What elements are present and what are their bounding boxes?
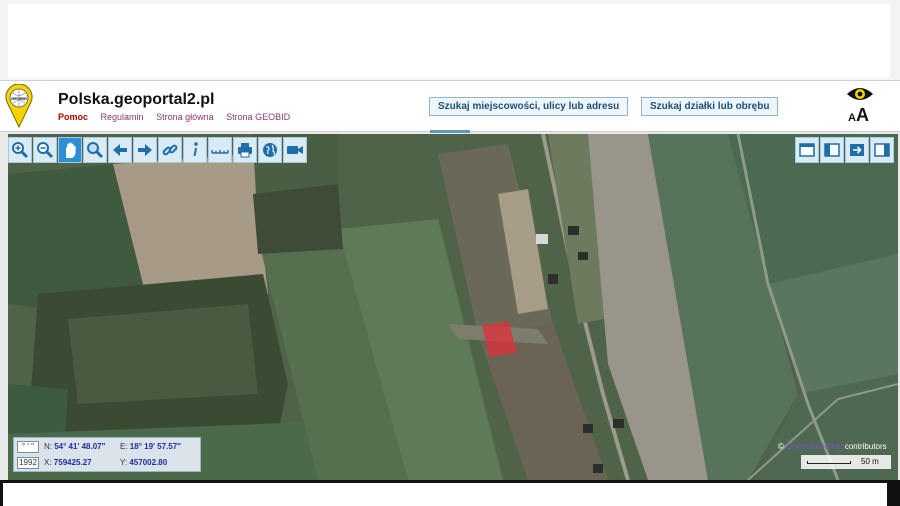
link-icon [162,144,178,156]
header-underline [430,130,470,133]
measure-button[interactable] [208,137,232,163]
terms-link[interactable]: Regulamin [101,112,144,122]
home-link[interactable]: Strona główna [156,112,214,122]
font-size-toggle[interactable]: AA [848,105,869,126]
osm-link[interactable]: OpenStreetMap [786,442,842,451]
scale-bar: 50 m [801,455,891,469]
measure-icon [211,150,229,154]
scale-line [807,461,851,464]
e-label: E: [120,442,128,451]
map-view[interactable]: ° ' " 1992 N: 54° 41' 48.07" E: 18° 19' … [8,134,898,480]
coordinates-panel: ° ' " 1992 N: 54° 41' 48.07" E: 18° 19' … [13,437,201,472]
window-left-icon [824,143,840,157]
search-place-button[interactable]: Szukaj miejscowości, ulicy lub adresu [429,97,629,116]
e-value: 18° 19' 57.57" [129,442,181,451]
globe-button[interactable] [258,137,282,163]
window-left-button[interactable] [820,137,844,163]
video-icon [287,146,303,154]
n-label: N: [44,442,52,451]
y-value: 457002.80 [129,458,168,467]
map-toolbar [8,137,307,163]
geobid-link[interactable]: Strona GEOBID [226,112,290,122]
longitude-readout: E: 18° 19' 57.57" [120,442,181,451]
eye-icon[interactable] [846,85,874,103]
print-icon [238,143,252,158]
zoom-in-button[interactable] [8,137,32,163]
y-readout: Y: 457002.80 [120,458,167,467]
satellite-imagery [8,134,898,480]
arrow-left-icon [113,144,127,156]
pan-hand-icon [66,142,76,158]
top-blank-panel [8,4,890,78]
x-label: X: [44,458,52,467]
top-blank-area [0,0,900,80]
site-title: Polska.geoportal2.pl [58,91,215,108]
crs-degrees-toggle[interactable]: ° ' " [17,441,39,453]
link-button[interactable] [158,137,182,163]
forward-button[interactable] [133,137,157,163]
contributors-label: contributors [844,442,887,451]
header-links: Pomoc Regulamin Strona główna Strona GEO… [58,112,300,122]
search-parcel-button[interactable]: Szukaj działki lub obrębu [641,97,779,116]
info-button[interactable] [183,137,207,163]
zoom-out-icon [37,142,54,159]
export-icon [850,144,864,156]
help-link[interactable]: Pomoc [58,112,88,122]
pan-button[interactable] [58,137,82,163]
copyright-symbol: © [778,442,784,451]
scale-label: 50 m [861,457,879,466]
latitude-readout: N: 54° 41' 48.07" [44,442,105,451]
back-button[interactable] [108,137,132,163]
site-header: GEOBID Polska.geoportal2.pl Pomoc Regula… [0,80,900,133]
geobid-logo-icon[interactable]: GEOBID [4,84,34,128]
font-big-label: A [855,105,869,125]
print-button[interactable] [233,137,257,163]
x-value: 759425.27 [53,458,92,467]
window-right-button[interactable] [870,137,894,163]
crs-1992-toggle[interactable]: 1992 [17,457,39,469]
zoom-area-icon [87,142,104,159]
layout-toolbar [795,137,894,163]
footer-panel [3,483,887,506]
y-label: Y: [120,458,128,467]
globe-icon [263,143,277,157]
n-value: 54° 41' 48.07" [54,442,106,451]
zoom-area-button[interactable] [83,137,107,163]
footer-bar [0,480,900,506]
info-icon [193,142,198,156]
window-top-button[interactable] [795,137,819,163]
x-readout: X: 759425.27 [44,458,92,467]
zoom-in-icon [12,142,29,159]
map-attribution: © OpenStreetMap contributors [778,442,887,451]
zoom-out-button[interactable] [33,137,57,163]
arrow-right-icon [138,144,152,156]
window-top-icon [799,143,815,157]
font-small-label: A [848,112,856,124]
export-button[interactable] [845,137,869,163]
window-right-icon [874,143,890,157]
logo-text: GEOBID [11,96,27,101]
video-button[interactable] [283,137,307,163]
